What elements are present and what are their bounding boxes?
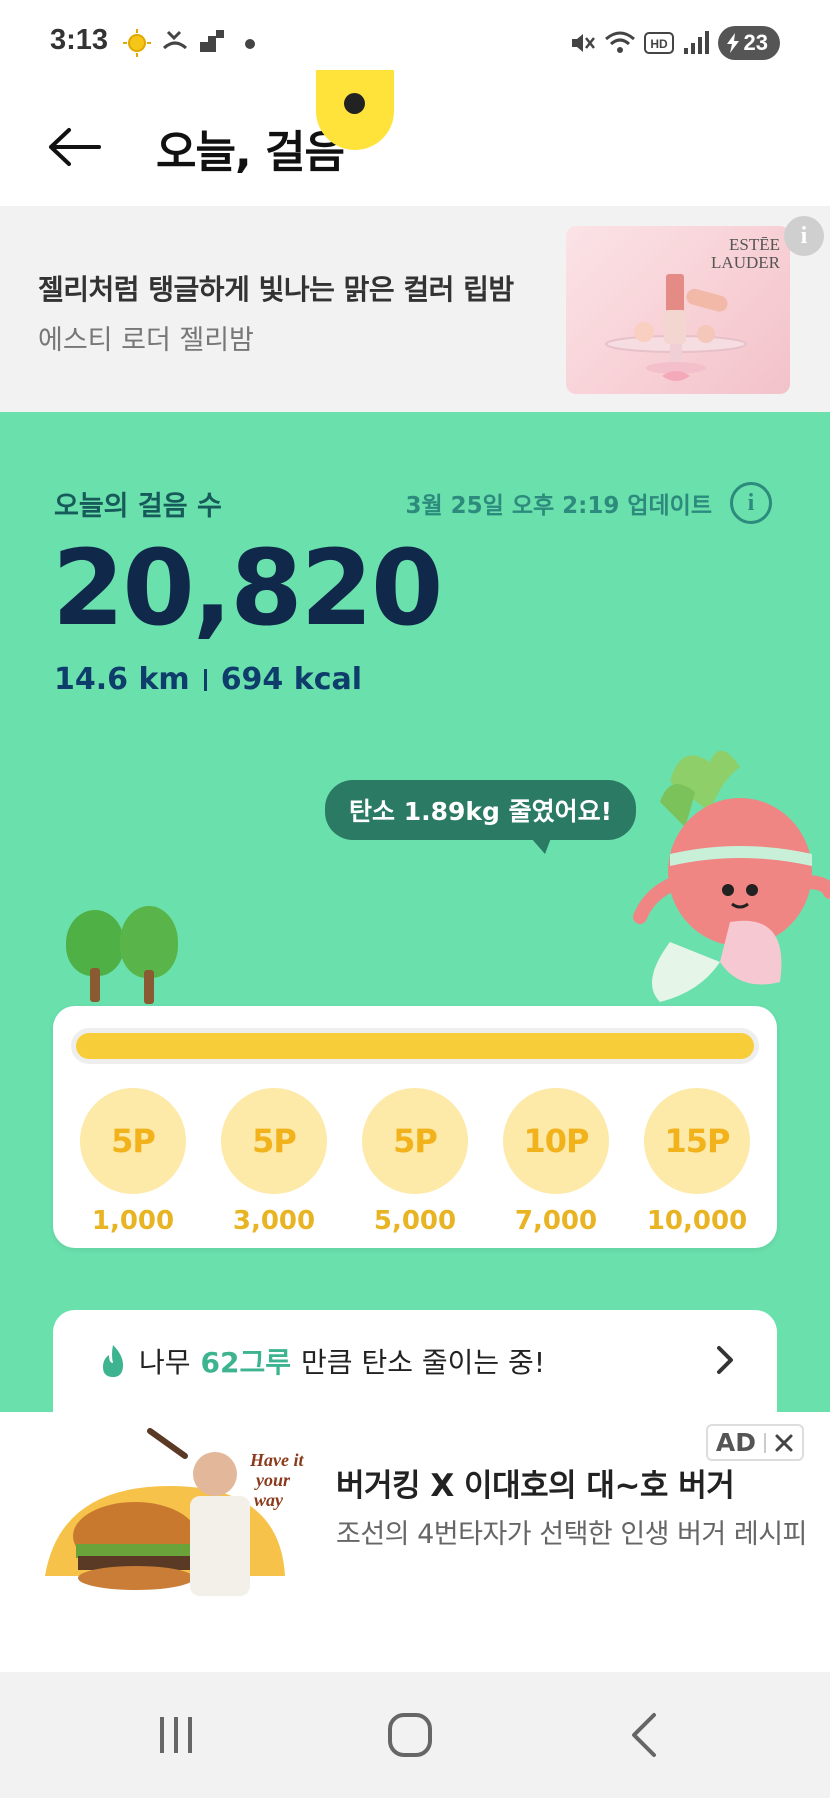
top-ad-title: 젤리처럼 탱글하게 빛나는 맑은 컬러 립밤 — [38, 273, 514, 306]
data-saver-icon — [200, 30, 224, 52]
steps-label: 오늘의 걸음 수 — [54, 491, 222, 522]
ad-label-text: AD — [715, 1428, 756, 1457]
top-ad-banner[interactable]: 젤리처럼 탱글하게 빛나는 맑은 컬러 립밤 에스티 로더 젤리밤 ESTĒE … — [0, 206, 830, 412]
status-time: 3:13 — [50, 24, 109, 56]
milestone-item[interactable]: 5P 3,000 — [219, 1088, 329, 1236]
milestone-list: 5P 1,000 5P 3,000 5P 5,000 10P 7,000 15P 10,000 — [78, 1088, 752, 1236]
weather-sun-icon — [123, 29, 151, 57]
ad-badge-divider — [764, 1432, 766, 1453]
ad-info-icon[interactable]: i — [784, 216, 824, 256]
steps-info-icon[interactable]: i — [730, 482, 772, 524]
bottom-ad-title: 버거킹 X 이대호의 대~호 버거 — [336, 1468, 735, 1504]
milestone-steps-label: 5,000 — [373, 1206, 457, 1236]
top-ad-product-image: ESTĒE LAUDER — [566, 226, 790, 394]
milestone-item[interactable]: 15P 10,000 — [642, 1088, 752, 1236]
milestone-steps-label: 7,000 — [514, 1206, 598, 1236]
tree-banner-suffix: 만큼 탄소 줄이는 중! — [301, 1346, 546, 1379]
stats-divider — [203, 668, 207, 691]
svg-text:Have it: Have it — [249, 1450, 304, 1470]
tree-count: 62그루 — [200, 1346, 292, 1379]
milestone-steps-label: 1,000 — [91, 1206, 175, 1236]
back-nav-button[interactable] — [614, 1710, 674, 1760]
milestone-item[interactable]: 5P 5,000 — [360, 1088, 470, 1236]
steps-stats: 14.6 km 694 kcal — [54, 662, 362, 697]
notification-dot-icon — [245, 39, 255, 49]
milestone-points-badge[interactable]: 10P — [503, 1088, 609, 1194]
home-button[interactable] — [380, 1710, 440, 1760]
calories-value: 694 kcal — [220, 662, 363, 697]
status-icons: HD 23 — [568, 26, 780, 60]
distance-value: 14.6 km — [54, 662, 190, 697]
bottom-ad-banner[interactable]: Have it your way 버거킹 X 이대호의 대~호 버거 조선의 4… — [0, 1412, 830, 1672]
svg-text:your: your — [254, 1470, 291, 1490]
back-button[interactable] — [40, 112, 110, 182]
progress-fill — [76, 1033, 754, 1059]
app-header: 오늘, 걸음 — [0, 70, 830, 206]
page-title: 오늘, 걸음 — [156, 127, 345, 178]
carbon-speech-bubble: 탄소 1.89kg 줄였어요! — [325, 780, 637, 854]
milestone-steps-label: 3,000 — [232, 1206, 316, 1236]
tree-banner-prefix: 나무 — [139, 1346, 191, 1379]
update-timestamp: 3월 25일 오후 2:19 업데이트 — [405, 493, 712, 519]
lipstick-illustration — [605, 274, 747, 381]
tree-illustration — [66, 910, 126, 1002]
burger-ad-image: Have it your way — [45, 1428, 304, 1596]
svg-text:way: way — [254, 1490, 284, 1510]
milestone-points-badge[interactable]: 5P — [221, 1088, 327, 1194]
charging-bolt-icon — [726, 33, 739, 53]
milestone-item[interactable]: 5P 1,000 — [78, 1088, 188, 1236]
milestone-points-badge[interactable]: 5P — [362, 1088, 468, 1194]
top-ad-subtitle: 에스티 로더 젤리밤 — [38, 325, 254, 356]
milestone-points-badge[interactable]: 5P — [80, 1088, 186, 1194]
recent-apps-icon — [160, 1717, 192, 1753]
battery-level: 23 — [743, 30, 768, 55]
flame-icon — [103, 1345, 123, 1377]
close-icon[interactable] — [774, 1433, 794, 1453]
back-arrow-icon — [49, 128, 101, 166]
system-nav-bar — [0, 1672, 830, 1798]
tree-illustration — [120, 906, 180, 1004]
battery-indicator: 23 — [717, 26, 780, 60]
progress-card: 5P 1,000 5P 3,000 5P 5,000 10P 7,000 15P 10,000 — [53, 1006, 777, 1248]
ad-badge[interactable]: AD — [705, 1424, 804, 1461]
status-bar: 3:13 HD 23 — [0, 0, 830, 90]
mute-icon — [571, 34, 595, 52]
hd-icon: HD — [643, 32, 674, 54]
bottom-ad-subtitle: 조선의 4번타자가 선택한 인생 버거 레시피 — [336, 1519, 807, 1550]
wifi-icon — [604, 31, 635, 53]
recent-apps-button[interactable] — [146, 1710, 206, 1760]
back-nav-icon — [632, 1713, 656, 1757]
signal-icon — [683, 31, 709, 54]
progress-track — [71, 1028, 759, 1064]
svg-text:HD: HD — [650, 37, 668, 51]
chevron-right-icon — [717, 1346, 733, 1374]
steps-dashboard: 오늘의 걸음 수 3월 25일 오후 2:19 업데이트 i 20,820 14… — [0, 412, 830, 1412]
milestone-item[interactable]: 10P 7,000 — [501, 1088, 611, 1236]
milestone-steps-label: 10,000 — [646, 1206, 748, 1236]
steps-count: 20,820 — [52, 527, 443, 649]
home-icon — [388, 1713, 432, 1757]
milestone-points-badge[interactable]: 15P — [644, 1088, 750, 1194]
tree-banner[interactable]: 나무 62그루 만큼 탄소 줄이는 중! — [53, 1310, 777, 1412]
missed-call-icon — [162, 30, 188, 50]
floating-camera-bubble[interactable] — [316, 70, 394, 150]
